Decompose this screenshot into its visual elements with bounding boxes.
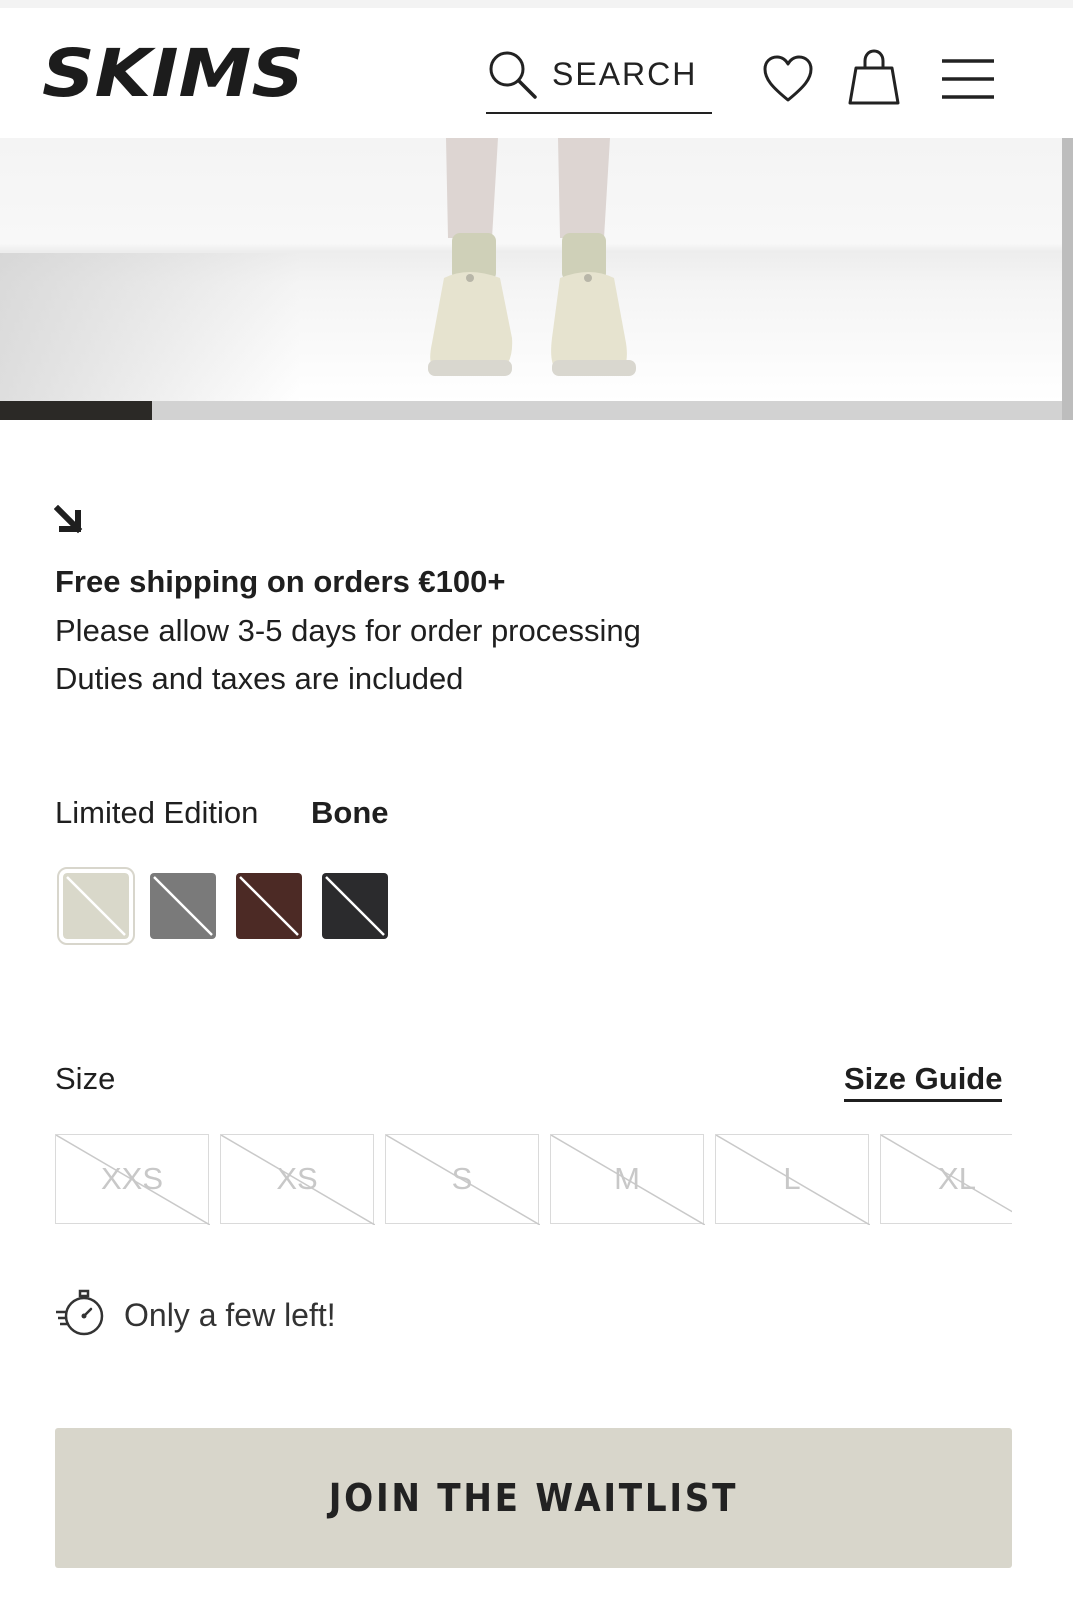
join-waitlist-button[interactable]: JOIN THE WAITLIST [55, 1428, 1012, 1568]
free-shipping-text: Free shipping on orders €100+ [55, 564, 506, 599]
size-option-label: L [783, 1161, 801, 1196]
join-waitlist-label: JOIN THE WAITLIST [328, 1476, 739, 1520]
top-divider [0, 0, 1073, 8]
color-swatch-brown[interactable] [236, 873, 302, 939]
stopwatch-icon [56, 1289, 104, 1336]
size-options: XXS XS S M L XL [55, 1134, 1012, 1226]
color-swatch-gray[interactable] [150, 873, 216, 939]
size-guide-link[interactable]: Size Guide [844, 1061, 1003, 1102]
size-option-label: S [451, 1161, 473, 1196]
size-option-xl[interactable]: XL [880, 1134, 1012, 1224]
gallery-progress-fill [0, 401, 152, 420]
low-stock-message: Only a few left! [124, 1297, 336, 1333]
bag-icon[interactable] [848, 48, 900, 106]
arrow-down-right-icon [54, 505, 83, 534]
duties-text: Duties and taxes are included [55, 661, 464, 696]
menu-icon[interactable] [940, 56, 996, 102]
product-image[interactable] [0, 138, 1062, 402]
color-swatch-black[interactable] [322, 873, 388, 939]
size-option-m[interactable]: M [550, 1134, 705, 1225]
size-option-label: M [614, 1161, 640, 1196]
site-header: SKIMS SEARCH [0, 8, 1073, 138]
heart-icon[interactable] [762, 54, 814, 106]
size-option-xxs[interactable]: XXS [55, 1134, 210, 1225]
selected-color-name: Bone [311, 795, 389, 830]
product-photo-illustration [428, 138, 636, 376]
processing-text: Please allow 3-5 days for order processi… [55, 613, 641, 648]
gallery-progress [0, 401, 1062, 420]
search-bar[interactable]: SEARCH [486, 38, 712, 114]
hero-scrollbar[interactable] [1062, 138, 1073, 420]
size-option-label: XS [276, 1161, 318, 1196]
size-option-xs[interactable]: XS [220, 1134, 375, 1225]
search-icon [489, 51, 537, 99]
color-swatch-bone[interactable] [57, 867, 135, 945]
color-edition-label: Limited Edition [55, 795, 259, 830]
search-label: SEARCH [552, 56, 698, 92]
size-option-label: XL [938, 1161, 976, 1196]
size-label: Size [55, 1061, 116, 1096]
size-option-s[interactable]: S [385, 1134, 540, 1225]
svg-text:SKIMS: SKIMS [42, 38, 304, 108]
size-option-l[interactable]: L [715, 1134, 870, 1225]
size-option-label: XXS [100, 1161, 164, 1196]
brand-logo[interactable]: SKIMS [42, 38, 312, 108]
